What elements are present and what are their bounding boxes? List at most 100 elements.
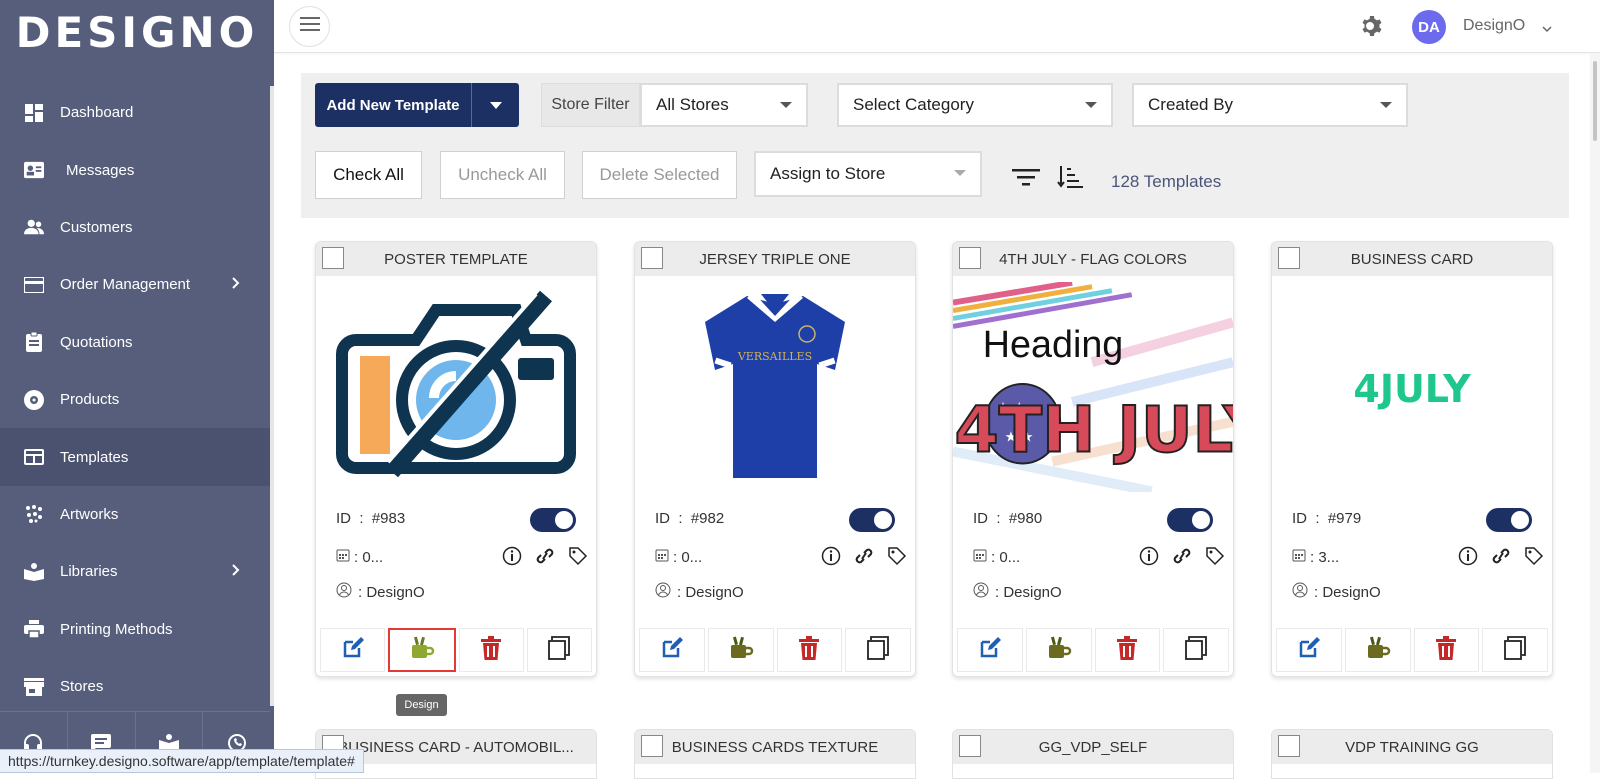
chevron-right-icon — [232, 276, 240, 293]
card-checkbox[interactable] — [1278, 247, 1300, 269]
sidebar-item-stores[interactable]: Stores — [0, 658, 270, 715]
link-icon[interactable] — [1171, 546, 1193, 570]
sidebar-item-messages[interactable]: Messages — [0, 141, 270, 198]
card-thumbnail[interactable]: 4JULY — [1272, 276, 1552, 498]
template-card[interactable]: BUSINESS CARDS TEXTURE — [634, 729, 916, 779]
sort-icon[interactable] — [1057, 164, 1083, 195]
card-header: POSTER TEMPLATE — [316, 242, 596, 276]
delete-button[interactable] — [776, 628, 843, 672]
info-icon[interactable] — [502, 546, 522, 570]
template-card[interactable]: POSTER TEMPLATE ID : #983 : 0...: Desig… — [315, 241, 597, 677]
card-title: GG_VDP_SELF — [1038, 738, 1148, 756]
avatar[interactable]: DA — [1412, 10, 1446, 44]
sidebar-item-label: Libraries — [60, 563, 118, 581]
user-name[interactable]: DesignO — [1463, 17, 1525, 35]
sidebar-item-printing-methods[interactable]: Printing Methods — [0, 601, 270, 658]
card-enable-toggle[interactable] — [849, 508, 895, 532]
card-enable-toggle[interactable] — [530, 508, 576, 532]
design-button[interactable] — [388, 628, 456, 672]
designo-logo[interactable]: DESIGNO — [0, 0, 274, 64]
check-all-button[interactable]: Check All — [315, 151, 422, 199]
sidebar-item-quotations[interactable]: Quotations — [0, 314, 270, 371]
card-checkbox[interactable] — [959, 735, 981, 757]
card-enable-toggle[interactable] — [1486, 508, 1532, 532]
fourth-july-artwork: Heading ★ ★ ★ ★ 4TH JULY — [953, 282, 1233, 492]
template-card[interactable]: JERSEY TRIPLE ONE VERSAILLES ID : #982 :… — [634, 241, 916, 677]
card-body: ID : #980 : 0... : DesignO — [957, 498, 1229, 622]
sidebar-item-label: Printing Methods — [60, 620, 173, 638]
card-checkbox[interactable] — [959, 247, 981, 269]
design-button[interactable] — [1025, 628, 1092, 672]
toggle-knob — [874, 511, 892, 529]
card-title: BUSINESS CARD — [1350, 250, 1474, 268]
gear-icon[interactable] — [1360, 14, 1384, 43]
card-checkbox[interactable] — [322, 247, 344, 269]
delete-button[interactable] — [1413, 628, 1480, 672]
customers-icon — [24, 217, 44, 237]
tag-icon[interactable] — [1524, 546, 1544, 570]
sidebar-item-products[interactable]: Products — [0, 371, 270, 428]
add-template-dropdown-button[interactable] — [471, 83, 519, 127]
link-icon[interactable] — [853, 546, 875, 570]
user-circle-icon — [336, 582, 352, 602]
edit-button[interactable] — [320, 628, 386, 672]
delete-selected-button[interactable]: Delete Selected — [582, 151, 737, 199]
page-scrollbar[interactable] — [1590, 53, 1600, 773]
design-button[interactable] — [1344, 628, 1411, 672]
delete-button[interactable] — [1094, 628, 1161, 672]
edit-button[interactable] — [957, 628, 1023, 672]
chevron-down-icon[interactable] — [1542, 20, 1552, 38]
duplicate-button[interactable] — [1482, 628, 1548, 672]
info-icon[interactable] — [821, 546, 841, 570]
category-select[interactable]: Select Category — [837, 83, 1113, 127]
store-filter-select[interactable]: All Stores — [640, 83, 808, 127]
created-by-select[interactable]: Created By — [1132, 83, 1408, 127]
duplicate-button[interactable] — [526, 628, 592, 672]
card-checkbox[interactable] — [1278, 735, 1300, 757]
sidebar-item-label: Stores — [60, 678, 104, 696]
link-icon[interactable] — [534, 546, 556, 570]
hamburger-menu-button[interactable] — [289, 6, 330, 47]
card-checkbox[interactable] — [641, 247, 663, 269]
assign-to-store-select[interactable]: Assign to Store — [754, 151, 982, 197]
sidebar-item-templates[interactable]: Templates — [0, 428, 270, 486]
copy-icon — [1504, 635, 1527, 665]
card-thumbnail[interactable]: VERSAILLES — [635, 276, 915, 498]
card-header: GG_VDP_SELF — [953, 730, 1233, 764]
card-thumbnail[interactable] — [316, 276, 596, 498]
uncheck-all-button[interactable]: Uncheck All — [440, 151, 565, 199]
sidebar-item-dashboard[interactable]: Dashboard — [0, 84, 270, 141]
sidebar-item-libraries[interactable]: Libraries — [0, 543, 270, 600]
edit-button[interactable] — [639, 628, 705, 672]
edit-button[interactable] — [1276, 628, 1342, 672]
template-card[interactable]: 4TH JULY - FLAG COLORS Heading ★ ★ ★ ★ 4… — [952, 241, 1234, 677]
category-value: Select Category — [853, 95, 974, 114]
duplicate-button[interactable] — [1163, 628, 1229, 672]
add-new-template-button[interactable]: Add New Template — [315, 83, 471, 127]
template-card[interactable]: VDP TRAINING GG — [1271, 729, 1553, 779]
tag-icon[interactable] — [1205, 546, 1225, 570]
design-button[interactable] — [707, 628, 774, 672]
template-card[interactable]: GG_VDP_SELF — [952, 729, 1234, 779]
delete-button[interactable] — [458, 628, 524, 672]
products-icon — [24, 389, 44, 410]
sidebar-scrollbar[interactable] — [270, 86, 274, 706]
sidebar-item-order-management[interactable]: Order Management — [0, 256, 270, 313]
sidebar-item-artworks[interactable]: Artworks — [0, 486, 270, 543]
tag-icon[interactable] — [568, 546, 588, 570]
info-icon[interactable] — [1139, 546, 1159, 570]
scrollbar-thumb[interactable] — [1593, 61, 1597, 141]
card-thumbnail[interactable]: Heading ★ ★ ★ ★ 4TH JULY — [953, 276, 1233, 498]
duplicate-button[interactable] — [845, 628, 911, 672]
card-id-label: ID — [1292, 510, 1307, 527]
card-enable-toggle[interactable] — [1167, 508, 1213, 532]
filter-icon[interactable] — [1012, 169, 1040, 192]
hamburger-icon — [299, 17, 320, 36]
tag-icon[interactable] — [887, 546, 907, 570]
edit-icon — [660, 636, 684, 665]
info-icon[interactable] — [1458, 546, 1478, 570]
card-checkbox[interactable] — [641, 735, 663, 757]
sidebar-item-customers[interactable]: Customers — [0, 199, 270, 256]
link-icon[interactable] — [1490, 546, 1512, 570]
template-card[interactable]: BUSINESS CARD 4JULY ID : #979 : 3... : D… — [1271, 241, 1553, 677]
